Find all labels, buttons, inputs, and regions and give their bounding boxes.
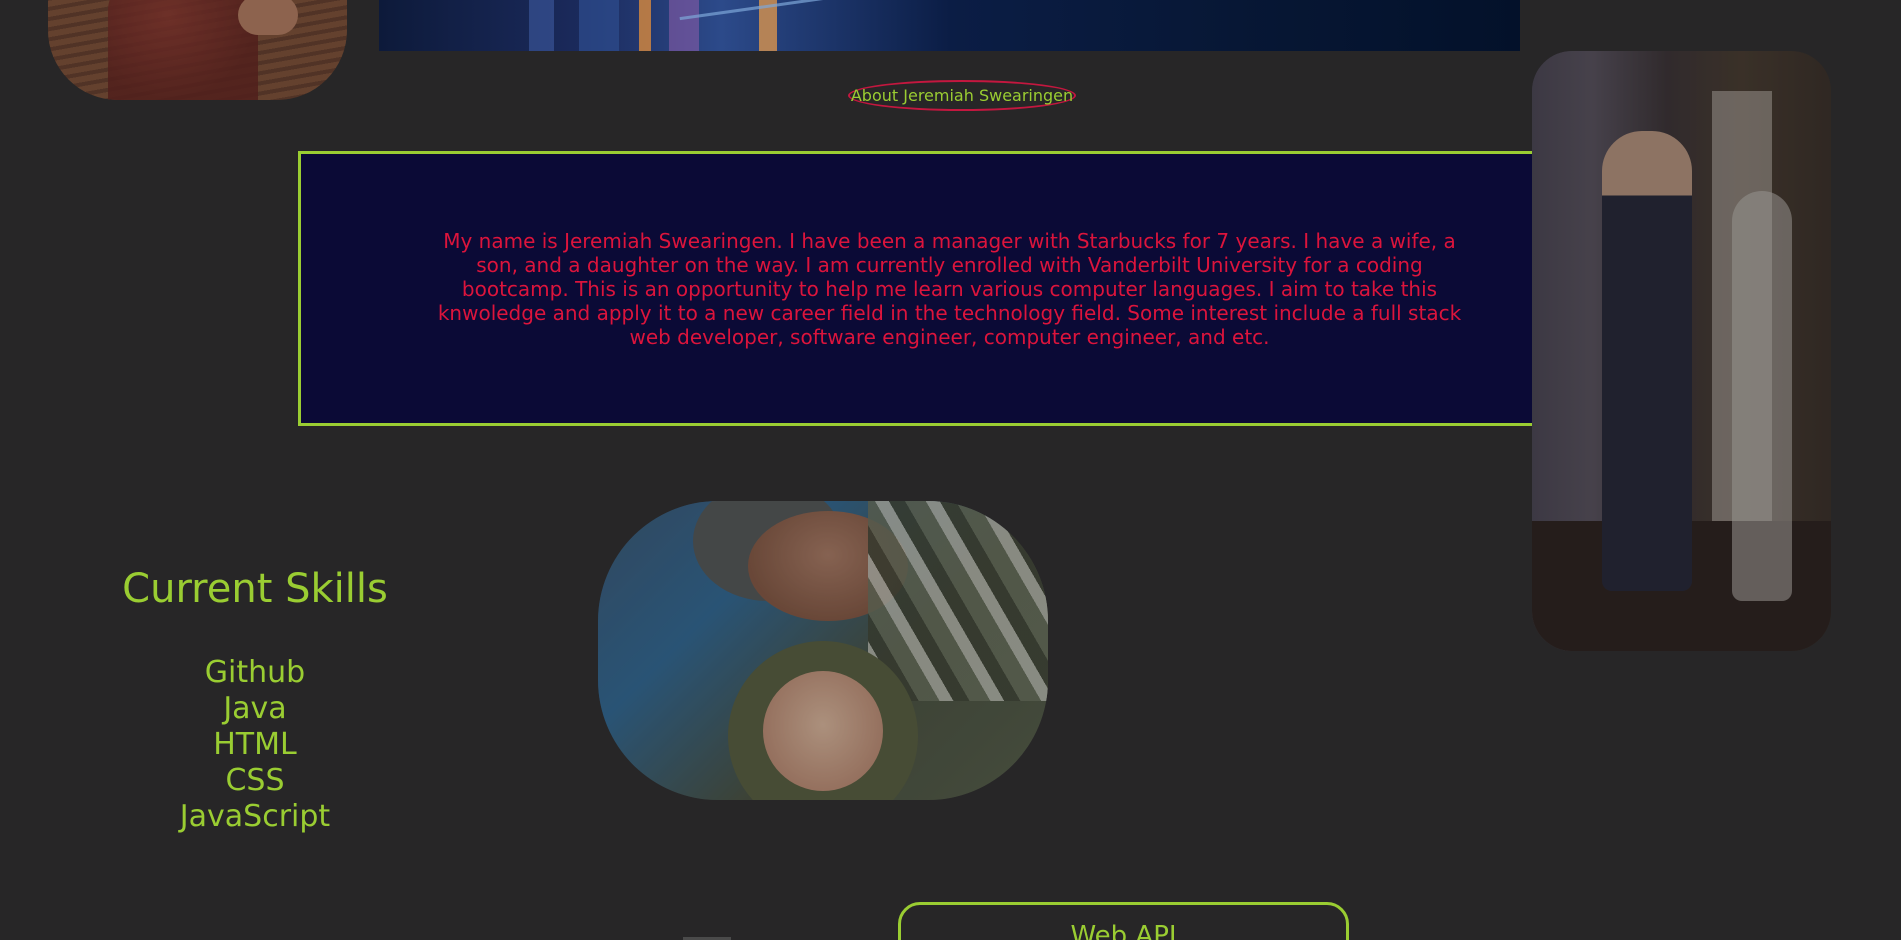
skills-list: Github Java HTML CSS JavaScript — [155, 655, 355, 835]
skill-item: CSS — [225, 763, 285, 798]
family-photo — [598, 501, 1048, 800]
wedding-photo — [1532, 51, 1831, 651]
web-api-project-button[interactable]: Web API — [898, 902, 1349, 940]
about-paragraph: My name is Jeremiah Swearingen. I have b… — [437, 228, 1462, 349]
header-banner-image — [379, 0, 1520, 51]
skill-item: HTML — [213, 727, 297, 762]
about-heading: About Jeremiah Swearingen — [848, 80, 1076, 111]
skill-item: JavaScript — [179, 799, 331, 834]
skills-heading: Current Skills — [122, 566, 388, 612]
about-section: My name is Jeremiah Swearingen. I have b… — [298, 151, 1601, 426]
portfolio-page: About Jeremiah Swearingen My name is Jer… — [0, 0, 1901, 940]
profile-photo-top — [48, 0, 347, 100]
skill-item: Github — [204, 655, 306, 690]
skill-item: Java — [223, 691, 287, 726]
